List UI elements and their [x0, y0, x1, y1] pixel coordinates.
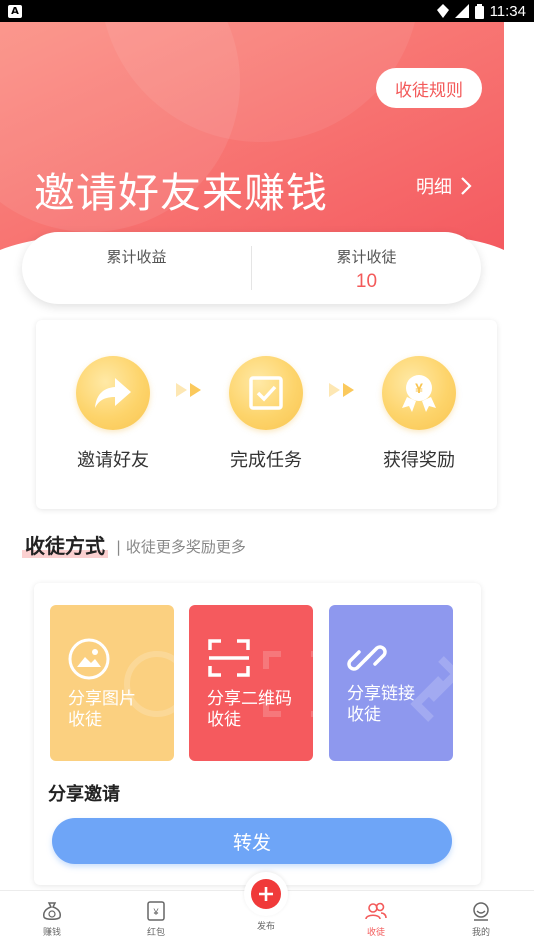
share-link-label-line1: 分享链接 — [347, 684, 415, 704]
hero-banner: 收徒规则 邀请好友来赚钱 明细 — [0, 22, 504, 257]
right-edge-gap — [504, 22, 534, 890]
stats-card: 累计收益 累计收徒 10 — [22, 232, 481, 304]
location-icon — [436, 4, 449, 18]
income-stat: 累计收益 — [22, 232, 251, 304]
nav-item-earn[interactable]: 赚钱 — [22, 901, 82, 938]
step-get-reward: ¥ 获得奖励 — [369, 356, 469, 472]
nav-item-mine[interactable]: 我的 — [451, 901, 511, 938]
income-label: 累计收益 — [106, 248, 167, 266]
nav-label: 我的 — [471, 928, 490, 938]
profile-icon — [473, 902, 489, 921]
step-arrow-icon — [176, 383, 204, 397]
share-qrcode-label-line2: 收徒 — [207, 710, 241, 730]
steps-card: 邀请好友 完成任务 ¥ 获得奖励 — [36, 320, 497, 509]
share-link-button[interactable]: 分享链接 收徒 — [329, 605, 453, 761]
money-bag-icon — [43, 902, 61, 920]
section-subtitle: | 收徒更多奖励更多 — [116, 538, 246, 556]
apprentices-stat: 累计收徒 10 — [252, 232, 481, 304]
chevron-right-icon — [461, 177, 472, 195]
methods-card: 分享图片 收徒 分享二维码 收徒 分享链接 收徒 分享邀请 转发 — [34, 583, 481, 885]
plus-icon — [251, 879, 281, 909]
status-bar: A 11:34 — [0, 0, 534, 22]
share-image-button[interactable]: 分享图片 收徒 — [50, 605, 174, 761]
link-icon — [347, 645, 387, 671]
share-qrcode-label: 分享二维码 收徒 — [207, 689, 307, 731]
share-link-label: 分享链接 收徒 — [347, 684, 447, 726]
share-image-label-line2: 收徒 — [68, 710, 102, 730]
apprentices-label: 累计收徒 — [336, 248, 397, 266]
step-label: 邀请好友 — [77, 450, 149, 471]
nav-label: 红包 — [146, 928, 165, 938]
rules-button[interactable]: 收徒规则 — [376, 68, 482, 108]
nav-label: 赚钱 — [42, 928, 61, 938]
nav-label: 发布 — [256, 922, 275, 932]
step-label: 完成任务 — [230, 450, 302, 471]
publish-circle — [244, 872, 288, 916]
step-label: 获得奖励 — [383, 450, 455, 471]
notification-a-icon: A — [8, 4, 22, 18]
people-icon — [365, 902, 387, 920]
share-link-label-line2: 收徒 — [347, 705, 381, 725]
forward-button[interactable]: 转发 — [52, 818, 452, 864]
share-qrcode-button[interactable]: 分享二维码 收徒 — [189, 605, 313, 761]
section-heading: 收徒方式 | 收徒更多奖励更多 — [22, 530, 246, 559]
svg-text:¥: ¥ — [152, 907, 159, 917]
share-invite-label: 分享邀请 — [48, 784, 120, 805]
detail-link-label: 明细 — [416, 177, 452, 198]
detail-link[interactable]: 明细 — [416, 173, 472, 199]
status-time: 11:34 — [489, 2, 526, 20]
share-image-label-line1: 分享图片 — [68, 689, 136, 709]
page-title: 邀请好友来赚钱 — [34, 169, 328, 217]
image-icon — [68, 638, 110, 680]
red-envelope-icon: ¥ — [147, 901, 165, 921]
checkbox-icon — [229, 356, 303, 430]
share-image-label: 分享图片 收徒 — [68, 689, 168, 731]
publish-button[interactable]: 发布 — [238, 872, 294, 932]
section-title: 收徒方式 — [22, 530, 108, 559]
qr-scan-icon — [208, 639, 250, 677]
reward-medal-icon: ¥ — [382, 356, 456, 430]
hero-background — [0, 22, 504, 250]
share-qrcode-label-line1: 分享二维码 — [207, 689, 292, 709]
signal-icon — [454, 4, 469, 18]
nav-item-apprentice[interactable]: 收徒 — [346, 901, 406, 938]
battery-icon — [474, 3, 484, 19]
step-invite: 邀请好友 — [63, 356, 163, 472]
svg-text:¥: ¥ — [415, 380, 423, 396]
nav-label: 收徒 — [366, 928, 385, 938]
nav-item-redpacket[interactable]: ¥ 红包 — [126, 901, 186, 938]
share-arrow-icon — [76, 356, 150, 430]
step-complete-task: 完成任务 — [216, 356, 316, 472]
step-arrow-icon — [329, 383, 357, 397]
apprentices-value: 10 — [355, 271, 378, 292]
